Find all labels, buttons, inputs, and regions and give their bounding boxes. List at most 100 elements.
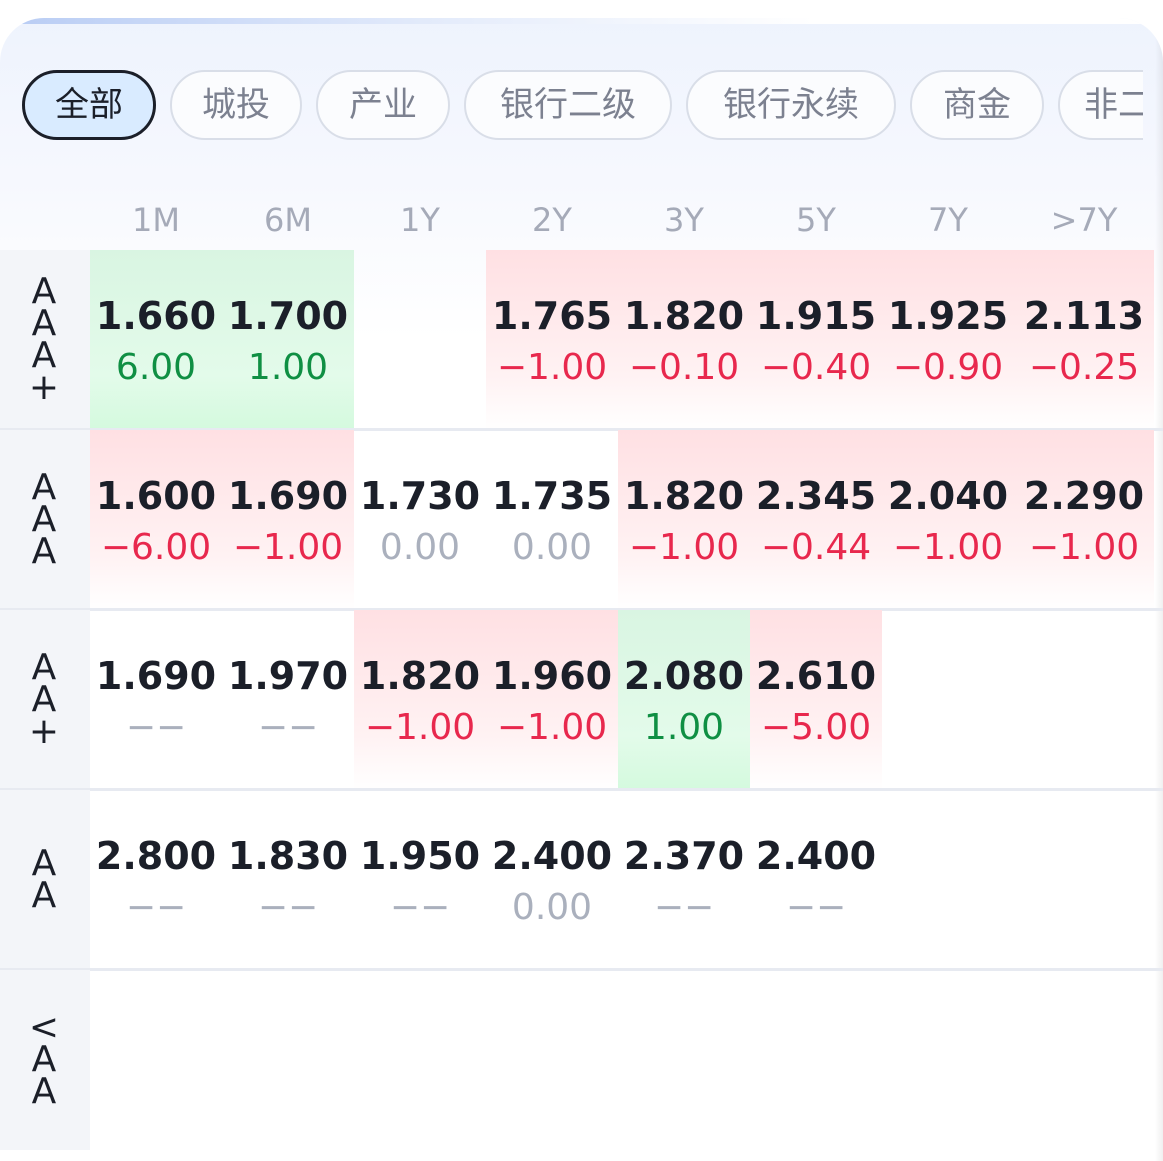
yield-cell[interactable]: 2.040 −1.00 xyxy=(882,430,1014,610)
yield-cell[interactable]: 1.915 −0.40 xyxy=(750,250,882,430)
rating-label-char: + xyxy=(28,367,60,408)
yield-cell[interactable]: 2.400 −− xyxy=(750,790,882,970)
yield-cell[interactable]: 1.765 −1.00 xyxy=(486,250,618,430)
yield-value: 1.970 xyxy=(227,654,349,698)
yield-cell xyxy=(354,970,486,1150)
yield-value: 2.080 xyxy=(623,654,745,698)
yield-cell[interactable]: 2.113 −0.25 xyxy=(1014,250,1154,430)
yield-value: 2.610 xyxy=(755,654,877,698)
tab-2[interactable]: 产业 xyxy=(316,70,450,140)
column-header: >7Y xyxy=(1050,201,1118,239)
yield-cell[interactable]: 2.370 −− xyxy=(618,790,750,970)
yield-change: −5.00 xyxy=(760,707,872,748)
rating-label-char: A xyxy=(31,531,57,572)
yield-value: 1.925 xyxy=(887,294,1009,338)
yield-value: 1.730 xyxy=(359,474,481,518)
yield-change: −1.00 xyxy=(1028,527,1140,568)
yield-cell xyxy=(750,970,882,1150)
yield-change: −1.00 xyxy=(496,707,608,748)
yield-value: 2.400 xyxy=(755,834,877,878)
rating-label: < A A xyxy=(0,970,90,1150)
rating-label-char: + xyxy=(28,711,60,752)
yield-cell[interactable]: 1.830 −− xyxy=(222,790,354,970)
yield-cell[interactable]: 2.400 0.00 xyxy=(486,790,618,970)
yield-value: 2.345 xyxy=(755,474,877,518)
yield-value: 1.820 xyxy=(623,294,745,338)
yield-cell xyxy=(882,790,1014,970)
yield-cell[interactable]: 2.610 −5.00 xyxy=(750,610,882,790)
yield-change: −1.00 xyxy=(364,707,476,748)
yield-cell[interactable]: 1.925 −0.90 xyxy=(882,250,1014,430)
yield-cell[interactable]: 1.820 −0.10 xyxy=(618,250,750,430)
yield-value: 1.690 xyxy=(95,654,217,698)
yield-change: −0.10 xyxy=(628,347,740,388)
yield-cell[interactable]: 2.080 1.00 xyxy=(618,610,750,790)
yield-value: 1.820 xyxy=(623,474,745,518)
yield-cell[interactable]: 1.960 −1.00 xyxy=(486,610,618,790)
yield-cell[interactable]: 1.700 1.00 xyxy=(222,250,354,430)
yield-value: 2.290 xyxy=(1023,474,1145,518)
yield-cell xyxy=(354,250,486,430)
column-header: 6M xyxy=(264,201,312,239)
yield-cell xyxy=(882,970,1014,1150)
tab-4[interactable]: 银行永续 xyxy=(686,70,896,140)
yield-value: 1.660 xyxy=(95,294,217,338)
yield-change: 0.00 xyxy=(511,527,593,568)
yield-change: −− xyxy=(653,887,715,928)
yield-change: −− xyxy=(389,887,451,928)
yield-change: −0.44 xyxy=(760,527,872,568)
yield-change: −− xyxy=(785,887,847,928)
tab-6[interactable]: 非二 xyxy=(1058,70,1143,140)
yield-cell[interactable]: 1.600 −6.00 xyxy=(90,430,222,610)
yield-cell xyxy=(1014,790,1154,970)
yield-change: −0.90 xyxy=(892,347,1004,388)
yield-cell[interactable]: 1.730 0.00 xyxy=(354,430,486,610)
yield-change: −0.40 xyxy=(760,347,872,388)
yield-change: −− xyxy=(125,887,187,928)
yield-change: 1.00 xyxy=(643,707,725,748)
yield-value: 2.113 xyxy=(1023,294,1145,338)
yield-change: 6.00 xyxy=(115,347,197,388)
yield-change: 1.00 xyxy=(247,347,329,388)
yield-change: 0.00 xyxy=(511,887,593,928)
yield-value: 1.830 xyxy=(227,834,349,878)
rating-label: A A A + xyxy=(0,250,90,430)
yield-cell[interactable]: 2.800 −− xyxy=(90,790,222,970)
yield-value: 1.820 xyxy=(359,654,481,698)
tab-0[interactable]: 全部 xyxy=(22,70,156,140)
yield-value: 2.370 xyxy=(623,834,745,878)
category-tabs: 全部城投产业银行二级银行永续商金非二 xyxy=(22,70,1143,140)
yield-cell xyxy=(1014,610,1154,790)
yield-change: −− xyxy=(257,887,319,928)
yield-cell[interactable]: 1.820 −1.00 xyxy=(618,430,750,610)
yield-cell[interactable]: 1.970 −− xyxy=(222,610,354,790)
yield-cell[interactable]: 1.690 −− xyxy=(90,610,222,790)
yield-cell[interactable]: 1.820 −1.00 xyxy=(354,610,486,790)
yield-change: 0.00 xyxy=(379,527,461,568)
yield-cell[interactable]: 2.290 −1.00 xyxy=(1014,430,1154,610)
yield-value: 1.690 xyxy=(227,474,349,518)
yield-value: 1.600 xyxy=(95,474,217,518)
yield-value: 1.960 xyxy=(491,654,613,698)
rating-label: AA xyxy=(0,790,90,970)
yield-value: 1.915 xyxy=(755,294,877,338)
tab-3[interactable]: 银行二级 xyxy=(464,70,672,140)
column-header: 3Y xyxy=(664,201,704,239)
yield-change: −− xyxy=(257,707,319,748)
column-header: 5Y xyxy=(796,201,836,239)
yield-change: −0.25 xyxy=(1028,347,1140,388)
column-header: 2Y xyxy=(532,201,572,239)
tab-1[interactable]: 城投 xyxy=(170,70,302,140)
column-header: 1Y xyxy=(400,201,440,239)
tab-5[interactable]: 商金 xyxy=(910,70,1044,140)
yield-change: −1.00 xyxy=(628,527,740,568)
yield-cell[interactable]: 1.735 0.00 xyxy=(486,430,618,610)
yield-cell[interactable]: 1.690 −1.00 xyxy=(222,430,354,610)
yield-cell[interactable]: 2.345 −0.44 xyxy=(750,430,882,610)
rating-row: A A A 1.600 −6.00 1.690 −1.00 1.730 0.00 1.735 0.0… xyxy=(0,430,1163,610)
yield-value: 2.800 xyxy=(95,834,217,878)
yield-cell xyxy=(1014,970,1154,1150)
yield-cell[interactable]: 1.660 6.00 xyxy=(90,250,222,430)
yield-value: 2.040 xyxy=(887,474,1009,518)
yield-cell[interactable]: 1.950 −− xyxy=(354,790,486,970)
